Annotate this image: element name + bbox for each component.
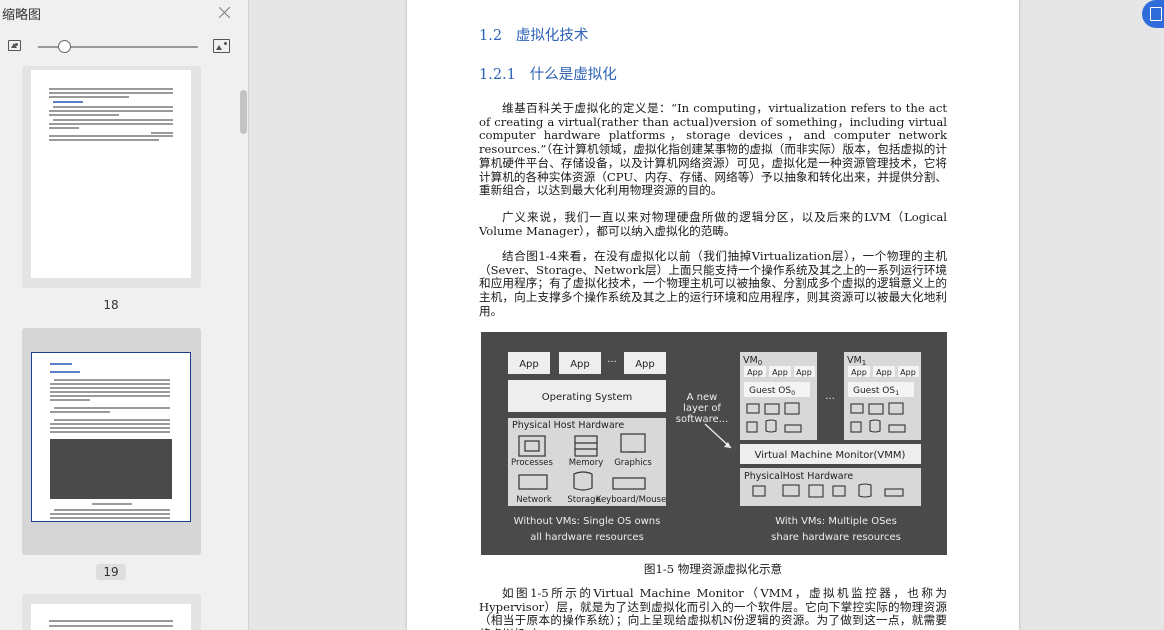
subsection-heading: 1.2.1 什么是虚拟化 <box>479 67 617 83</box>
large-image-icon[interactable] <box>213 39 230 53</box>
left-caption: all hardware resources <box>530 532 644 543</box>
vm-label: VM <box>847 355 862 366</box>
sidebar-title: 缩略图 <box>2 8 42 23</box>
graphics-label: Graphics <box>614 458 652 468</box>
paragraph: 如图1-5所示的Virtual Machine Monitor（VMM，虚拟机监… <box>479 586 947 630</box>
os-label: Operating System <box>542 392 632 403</box>
right-caption: share hardware resources <box>771 532 901 543</box>
processes-label: Processes <box>511 458 553 468</box>
app-label: App <box>747 368 763 377</box>
floating-tool-button[interactable] <box>1142 0 1164 28</box>
guest-os-subscript: 1 <box>895 389 899 397</box>
new-layer-label: A new <box>687 392 718 403</box>
app-label: App <box>570 359 590 370</box>
svg-text:Guest OS1: Guest OS1 <box>853 386 899 397</box>
guest-os-subscript: 0 <box>791 389 795 397</box>
app-label: App <box>851 368 867 377</box>
vm-subscript: 0 <box>758 359 762 367</box>
thumbnail-page-number: 19 <box>96 564 126 580</box>
paragraph: 广义来说，我们一直以来对物理硬盘所做的逻辑分区，以及后来的LVM（Logical… <box>479 210 947 238</box>
thumbnail-page-19[interactable] <box>22 328 201 555</box>
document-page: 1.2 虚拟化技术 1.2.1 什么是虚拟化 维基百科关于虚拟化的定义是：“In… <box>407 0 1019 630</box>
thumbnail-page-20[interactable] <box>22 594 201 630</box>
thumbnail-page-image <box>31 352 191 522</box>
app-label: App <box>876 368 892 377</box>
svg-text:Guest OS0: Guest OS0 <box>749 386 795 397</box>
paragraph: 结合图1-4来看，在没有虚拟化以前（我们抽掉Virtualization层），一… <box>479 249 947 318</box>
new-layer-label: software... <box>676 414 728 425</box>
thumbnail-page-18[interactable] <box>22 66 201 288</box>
keyboard-mouse-label: Keyboard/Mouse <box>596 495 666 505</box>
guest-os-label: Guest OS <box>749 386 791 396</box>
ellipsis-label: ··· <box>607 357 617 368</box>
app-label: App <box>635 359 655 370</box>
zoom-slider-handle[interactable] <box>58 40 71 53</box>
figure-caption: 图1-5 物理资源虚拟化示意 <box>643 562 783 576</box>
app-label: App <box>772 368 788 377</box>
left-caption: Without VMs: Single OS owns <box>514 516 661 527</box>
physical-hardware-label: Physical Host Hardware <box>512 420 624 431</box>
virtualization-figure: App App ··· App Operating System Physica… <box>481 332 947 555</box>
vmm-label: Virtual Machine Monitor(VMM) <box>755 450 906 461</box>
paragraph: 维基百科关于虚拟化的定义是：“In computing，virtualizati… <box>479 101 947 198</box>
app-label: App <box>900 368 916 377</box>
physical-hardware-label: PhysicalHost Hardware <box>744 471 853 482</box>
vm-label: VM <box>743 355 758 366</box>
thumbnail-page-number: 18 <box>103 298 119 312</box>
vm-subscript: 1 <box>862 359 866 367</box>
thumbnail-page-image <box>31 604 191 630</box>
memory-label: Memory <box>569 458 604 468</box>
thumbnail-sidebar: 缩略图 18 19 <box>0 0 249 630</box>
new-layer-label: layer of <box>683 403 721 414</box>
close-icon[interactable] <box>216 4 234 22</box>
small-image-icon[interactable] <box>8 40 21 51</box>
right-caption: With VMs: Multiple OSes <box>775 516 897 527</box>
app-label: App <box>796 368 812 377</box>
section-heading: 1.2 虚拟化技术 <box>479 28 589 44</box>
thumbnail-page-image <box>31 70 191 278</box>
app-label: App <box>519 359 539 370</box>
network-label: Network <box>516 495 552 505</box>
guest-os-label: Guest OS <box>853 386 895 396</box>
sidebar-scrollbar[interactable] <box>240 90 247 134</box>
ellipsis-label: ··· <box>825 394 835 405</box>
